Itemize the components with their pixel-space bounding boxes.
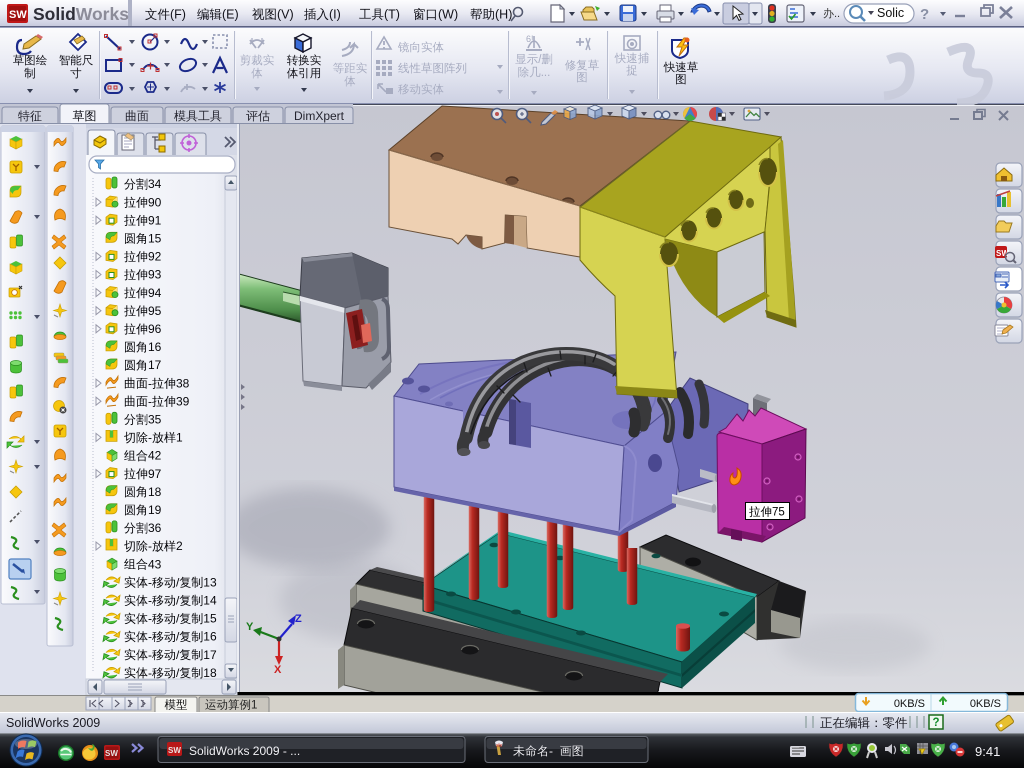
svg-text:92: 92 [148,250,162,264]
svg-text:DimXpert: DimXpert [294,109,345,123]
svg-text:-: - [549,744,553,758]
svg-text:96: 96 [148,322,162,336]
svg-text:97: 97 [148,467,162,481]
svg-text:13: 13 [203,575,217,589]
svg-text:..: .. [834,8,840,20]
svg-text:(H): (H) [495,8,512,22]
svg-text:-: - [148,630,152,644]
svg-text:0KB/S: 0KB/S [894,698,925,710]
svg-text:90: 90 [148,195,162,209]
svg-text:0KB/S: 0KB/S [970,698,1001,710]
svg-text:?: ? [933,717,940,729]
svg-text:34: 34 [148,177,162,191]
svg-text:SW: SW [168,746,181,755]
svg-text:-: - [148,575,152,589]
svg-text:17: 17 [203,648,217,662]
svg-text:-: - [148,648,152,662]
svg-text:SW: SW [105,749,118,758]
svg-text:-: - [148,612,152,626]
svg-text:43: 43 [148,557,162,571]
svg-text:38: 38 [176,376,190,390]
svg-text:2: 2 [176,539,183,553]
svg-text:94: 94 [148,286,162,300]
svg-text:19: 19 [148,503,162,517]
svg-text:-: - [148,594,152,608]
svg-text:16: 16 [148,340,162,354]
svg-text:SolidWorks 2009: SolidWorks 2009 [6,716,100,730]
svg-text:18: 18 [148,485,162,499]
svg-text:SolidWorks 2009 - ...: SolidWorks 2009 - ... [189,744,300,758]
svg-text:Solic: Solic [877,6,904,20]
svg-text:15: 15 [203,612,217,626]
svg-text:39: 39 [176,394,190,408]
svg-text:93: 93 [148,268,162,282]
svg-text:(W): (W) [438,8,458,22]
svg-text:...: ... [541,67,551,79]
svg-text:35: 35 [148,413,162,427]
svg-text:9:41: 9:41 [975,744,1000,759]
svg-text:1: 1 [251,700,257,712]
svg-text:14: 14 [203,594,217,608]
svg-text:-: - [148,394,152,408]
svg-text:(I): (I) [329,8,341,22]
svg-text:-: - [148,376,152,390]
svg-text:36: 36 [148,521,162,535]
svg-text:15: 15 [148,232,162,246]
svg-text:(V): (V) [277,8,294,22]
svg-text:?: ? [920,6,929,23]
svg-text:1: 1 [176,431,183,445]
svg-text:-: - [148,666,152,680]
svg-text:SolidWorks: SolidWorks [33,4,129,24]
svg-text:Z: Z [295,613,302,625]
svg-text:-: - [148,539,152,553]
svg-text:Y: Y [246,621,254,633]
svg-text:16: 16 [203,630,217,644]
svg-text:91: 91 [148,213,162,227]
svg-text:(E): (E) [222,8,239,22]
svg-text:17: 17 [148,358,162,372]
svg-text:95: 95 [148,304,162,318]
svg-text:42: 42 [148,449,162,463]
svg-text:___: ___ [790,743,800,749]
svg-text:6!: 6! [526,34,534,44]
svg-text:18: 18 [203,666,217,680]
svg-text:X: X [274,664,282,676]
svg-text:(T): (T) [384,8,400,22]
svg-text:75: 75 [772,507,785,519]
svg-text:-: - [148,431,152,445]
svg-text:SW: SW [9,9,27,21]
svg-text:(F): (F) [170,8,186,22]
